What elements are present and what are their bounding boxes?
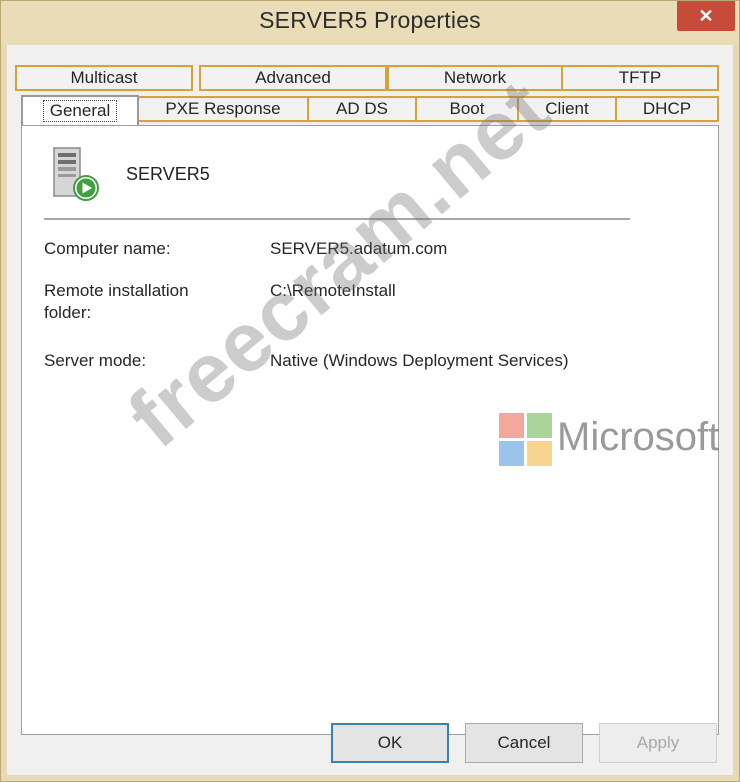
dialog-client-area: Multicast Advanced Network TFTP PXE Resp… xyxy=(7,45,733,775)
ok-button[interactable]: OK xyxy=(331,723,449,763)
microsoft-logo-icon xyxy=(499,413,552,466)
cancel-button[interactable]: Cancel xyxy=(465,723,583,763)
server-mode-label: Server mode: xyxy=(44,351,147,370)
window-title: SERVER5 Properties xyxy=(259,7,481,33)
remote-installation-folder-value: C:\RemoteInstall xyxy=(270,281,396,300)
tab-general[interactable]: General xyxy=(21,95,139,125)
tab-label: General xyxy=(42,100,118,122)
tab-label: TFTP xyxy=(618,68,662,87)
tab-boot[interactable]: Boot xyxy=(415,96,519,122)
tab-pxe-response[interactable]: PXE Response xyxy=(137,96,309,122)
remote-installation-folder-label: Remote installation folder: xyxy=(44,281,189,322)
tab-dhcp[interactable]: DHCP xyxy=(615,96,719,122)
tab-advanced[interactable]: Advanced xyxy=(199,65,387,91)
section-divider xyxy=(44,218,630,220)
title-bar[interactable]: SERVER5 Properties ✕ xyxy=(1,1,739,45)
tab-client[interactable]: Client xyxy=(517,96,617,122)
server-name: SERVER5 xyxy=(126,164,210,184)
tab-label: PXE Response xyxy=(165,99,281,118)
tab-label: DHCP xyxy=(642,99,692,118)
tab-tftp[interactable]: TFTP xyxy=(561,65,719,91)
properties-window: SERVER5 Properties ✕ Multicast Advanced … xyxy=(0,0,740,782)
server-mode-value: Native (Windows Deployment Services) xyxy=(270,351,569,370)
computer-name-label: Computer name: xyxy=(44,239,171,258)
tab-label: Multicast xyxy=(70,68,138,87)
tab-label: Advanced xyxy=(255,68,331,87)
tab-label: AD DS xyxy=(336,99,388,118)
tab-label: Network xyxy=(443,68,507,87)
apply-button: Apply xyxy=(599,723,717,763)
close-button[interactable]: ✕ xyxy=(677,1,735,31)
tab-label: Client xyxy=(545,99,589,118)
tab-multicast[interactable]: Multicast xyxy=(15,65,193,91)
computer-name-value: SERVER5.adatum.com xyxy=(270,239,448,258)
microsoft-watermark-text: Microsoft xyxy=(557,415,720,459)
tab-label: Boot xyxy=(449,99,485,118)
server-play-icon xyxy=(53,147,99,201)
tab-network[interactable]: Network xyxy=(387,65,563,91)
tab-ad-ds[interactable]: AD DS xyxy=(307,96,417,122)
